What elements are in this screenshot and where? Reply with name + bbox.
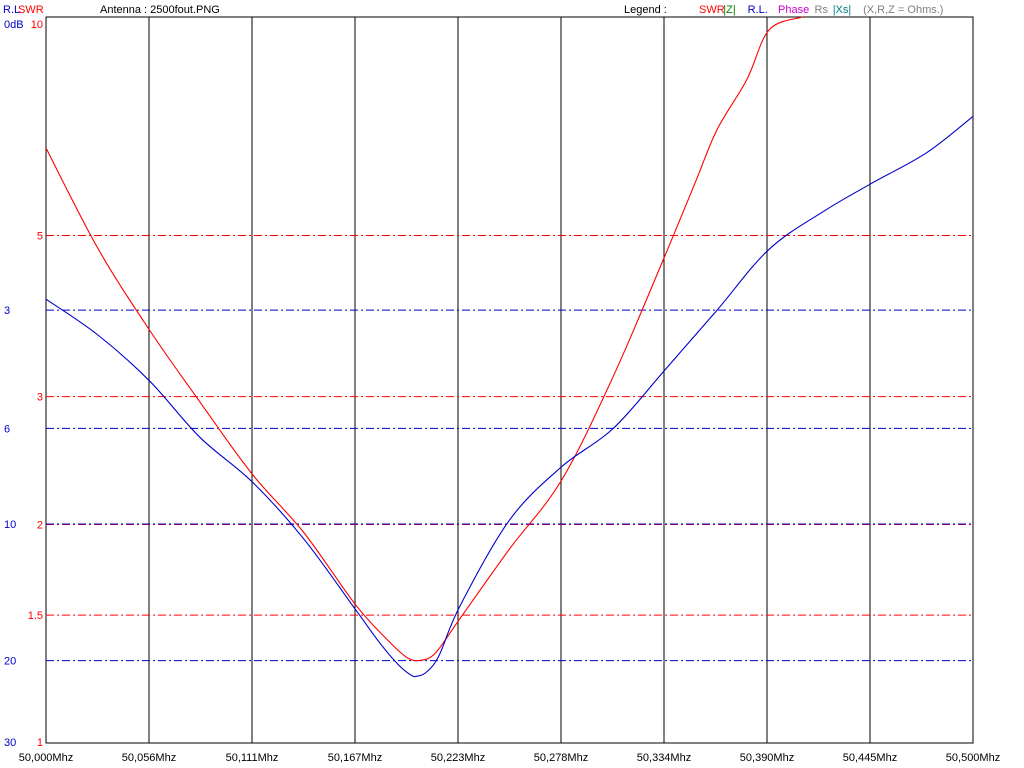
swr-rl-chart: R.L SWR Antenna : 2500fout.PNG Legend : …	[3, 4, 1000, 764]
legend: SWR|Z| R.L. Phase Rs |Xs| (X,R,Z = Ohms.)	[699, 4, 943, 16]
legend-item: (X,R,Z = Ohms.)	[863, 4, 943, 16]
x-tick-label: 50,278Mhz	[534, 752, 588, 764]
x-tick-label: 50,056Mhz	[122, 752, 176, 764]
swr-tick-label: 1	[37, 737, 43, 749]
plot-frame	[45, 16, 974, 744]
series	[45, 16, 974, 678]
chart-title: Antenna : 2500fout.PNG	[100, 4, 220, 16]
grid	[46, 17, 973, 743]
legend-item: |Z|	[723, 4, 735, 16]
x-tick-label: 50,111Mhz	[226, 752, 279, 764]
legend-item: R.L.	[748, 4, 768, 16]
swr-tick-label: 10	[31, 19, 43, 31]
swr-curve	[45, 16, 803, 662]
legend-item: SWR	[699, 4, 725, 16]
rl-tick-label: 0dB	[4, 19, 24, 31]
swr-tick-label: 2	[37, 519, 43, 531]
rl-tick-label: 20	[4, 656, 16, 668]
x-tick-label: 50,000Mhz	[19, 752, 73, 764]
rl-tick-label: 10	[4, 519, 16, 531]
x-tick-label: 50,390Mhz	[740, 752, 794, 764]
legend-item: Rs	[815, 4, 829, 16]
rl-tick-label: 6	[4, 423, 10, 435]
swr-axis-header: SWR	[18, 4, 44, 16]
x-tick-label: 50,445Mhz	[843, 752, 897, 764]
swr-tick-label: 5	[37, 231, 43, 243]
axis-ticks: 50,000Mhz 50,056Mhz 50,111Mhz 50,167Mhz 50,2…	[4, 19, 1000, 764]
legend-label: Legend :	[624, 4, 667, 16]
swr-tick-label: 1.5	[28, 610, 43, 622]
legend-item: |Xs|	[833, 4, 852, 16]
x-tick-label: 50,223Mhz	[431, 752, 485, 764]
x-tick-label: 50,500Mhz	[946, 752, 1000, 764]
legend-item: Phase	[778, 4, 809, 16]
swr-tick-label: 3	[37, 392, 43, 404]
x-tick-label: 50,334Mhz	[637, 752, 691, 764]
rl-tick-label: 30	[4, 737, 16, 749]
x-tick-label: 50,167Mhz	[328, 752, 382, 764]
rl-tick-label: 3	[4, 305, 10, 317]
